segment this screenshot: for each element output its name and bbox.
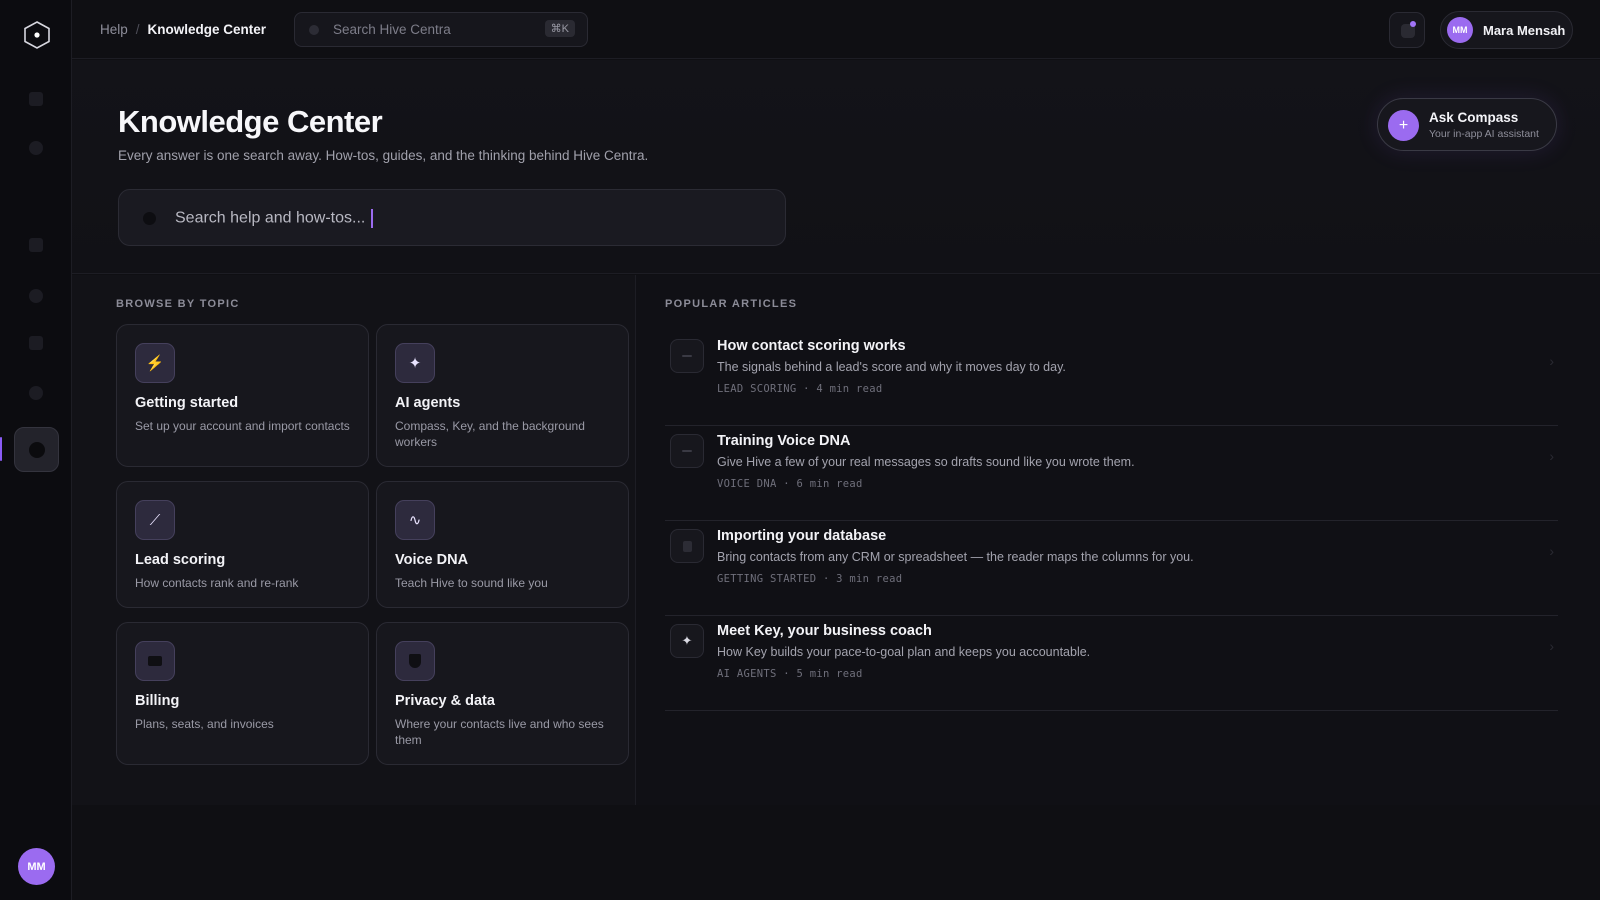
topic-title: Getting started [135,395,239,411]
topic-title: Lead scoring [135,552,226,568]
help-search-placeholder: Search help and how-tos... [175,209,374,228]
article-meta: AI AGENTS · 5 min read [717,668,863,680]
inbox-icon[interactable] [29,238,43,252]
topic-card-voice-dna[interactable]: ∿ Voice DNA Teach Hive to sound like you [376,481,629,608]
topic-title: AI agents [395,395,461,411]
article-title: Importing your database [717,528,887,544]
sparkle-icon: ✦ [395,343,435,383]
trend-icon [670,339,704,373]
target-icon[interactable] [29,289,43,303]
active-indicator [0,437,2,461]
card-icon [135,641,175,681]
topic-description: Compass, Key, and the background workers [395,419,585,449]
text-caret [371,209,374,228]
ask-compass-label: Ask Compass [1429,110,1519,125]
notification-dot [1410,21,1416,27]
global-search-input[interactable]: Search Hive Centra ⌘K [294,12,588,47]
topic-title: Privacy & data [395,693,495,709]
topic-description: Teach Hive to sound like you [395,576,548,590]
article-title: How contact scoring works [717,338,906,354]
search-icon [143,212,156,225]
article-row[interactable]: Importing your database Bring contacts f… [665,521,1558,616]
ask-compass-sublabel: Your in-app AI assistant [1429,128,1539,140]
chevron-right-icon: › [1549,353,1554,369]
topic-description: Plans, seats, and invoices [135,717,274,731]
topic-card-billing[interactable]: Billing Plans, seats, and invoices [116,622,369,765]
hero-section: Knowledge Center Every answer is one sea… [72,60,1600,274]
article-row[interactable]: How contact scoring works The signals be… [665,331,1558,426]
chat-icon[interactable] [29,336,43,350]
sidebar: MM [0,0,72,900]
chevron-right-icon: › [1549,543,1554,559]
search-shortcut-badge: ⌘K [544,20,575,37]
gear-icon[interactable] [29,386,43,400]
article-description: Bring contacts from any CRM or spreadshe… [717,550,1194,564]
popular-articles-heading: POPULAR ARTICLES [665,298,798,310]
topic-card-privacy[interactable]: Privacy & data Where your contacts live … [376,622,629,765]
article-title: Meet Key, your business coach [717,623,932,639]
article-row[interactable]: Training Voice DNA Give Hive a few of yo… [665,426,1558,521]
sidebar-item-help[interactable] [14,427,59,472]
topic-description: Where your contacts live and who sees th… [395,717,604,747]
topic-card-getting-started[interactable]: ⚡ Getting started Set up your account an… [116,324,369,467]
shield-icon [395,641,435,681]
search-icon [309,25,319,35]
article-description: Give Hive a few of your real messages so… [717,455,1135,469]
person-icon[interactable] [29,141,43,155]
article-meta: GETTING STARTED · 3 min read [717,573,903,585]
sparkle-icon: ✦ [670,624,704,658]
trend-icon: ⟋ [135,500,175,540]
breadcrumb-current: Knowledge Center [147,22,267,37]
ask-compass-button[interactable]: + Ask Compass Your in-app AI assistant [1377,98,1557,151]
article-description: The signals behind a lead's score and wh… [717,360,1066,374]
user-menu-button[interactable]: MM Mara Mensah [1440,11,1573,49]
file-icon [670,529,704,563]
page-title: Knowledge Center [118,104,383,139]
bolt-icon: ⚡ [135,343,175,383]
breadcrumb: Help / Knowledge Center [100,22,266,37]
waveform-icon [670,434,704,468]
user-name: Mara Mensah [1483,22,1566,38]
topic-description: How contacts rank and re-rank [135,576,299,590]
breadcrumb-help-link[interactable]: Help [100,22,128,37]
chevron-right-icon: › [1549,448,1554,464]
browse-topics-heading: BROWSE BY TOPIC [116,298,240,310]
article-row[interactable]: ✦ Meet Key, your business coach How Key … [665,616,1558,711]
topic-title: Billing [135,693,180,709]
waveform-icon: ∿ [395,500,435,540]
article-meta: VOICE DNA · 6 min read [717,478,863,490]
chevron-right-icon: › [1549,638,1554,654]
article-meta: LEAD SCORING · 4 min read [717,383,883,395]
avatar: MM [1447,17,1473,43]
top-bar: Help / Knowledge Center Search Hive Cent… [72,0,1600,59]
hive-logo-icon[interactable] [23,21,51,49]
sidebar-avatar[interactable]: MM [18,848,55,885]
global-search-placeholder: Search Hive Centra [333,22,451,37]
grid-icon[interactable] [29,92,43,106]
help-search-input[interactable]: Search help and how-tos... [118,189,786,246]
notifications-button[interactable] [1389,12,1425,48]
article-description: How Key builds your pace-to-goal plan an… [717,645,1091,659]
article-title: Training Voice DNA [717,433,851,449]
help-icon [29,442,45,458]
breadcrumb-separator: / [135,22,140,37]
plus-icon: + [1388,110,1419,141]
topic-card-lead-scoring[interactable]: ⟋ Lead scoring How contacts rank and re-… [116,481,369,608]
page-subtitle: Every answer is one search away. How-tos… [118,148,649,163]
topic-description: Set up your account and import contacts [135,419,350,433]
topic-card-ai-agents[interactable]: ✦ AI agents Compass, Key, and the backgr… [376,324,629,467]
topic-title: Voice DNA [395,552,469,568]
